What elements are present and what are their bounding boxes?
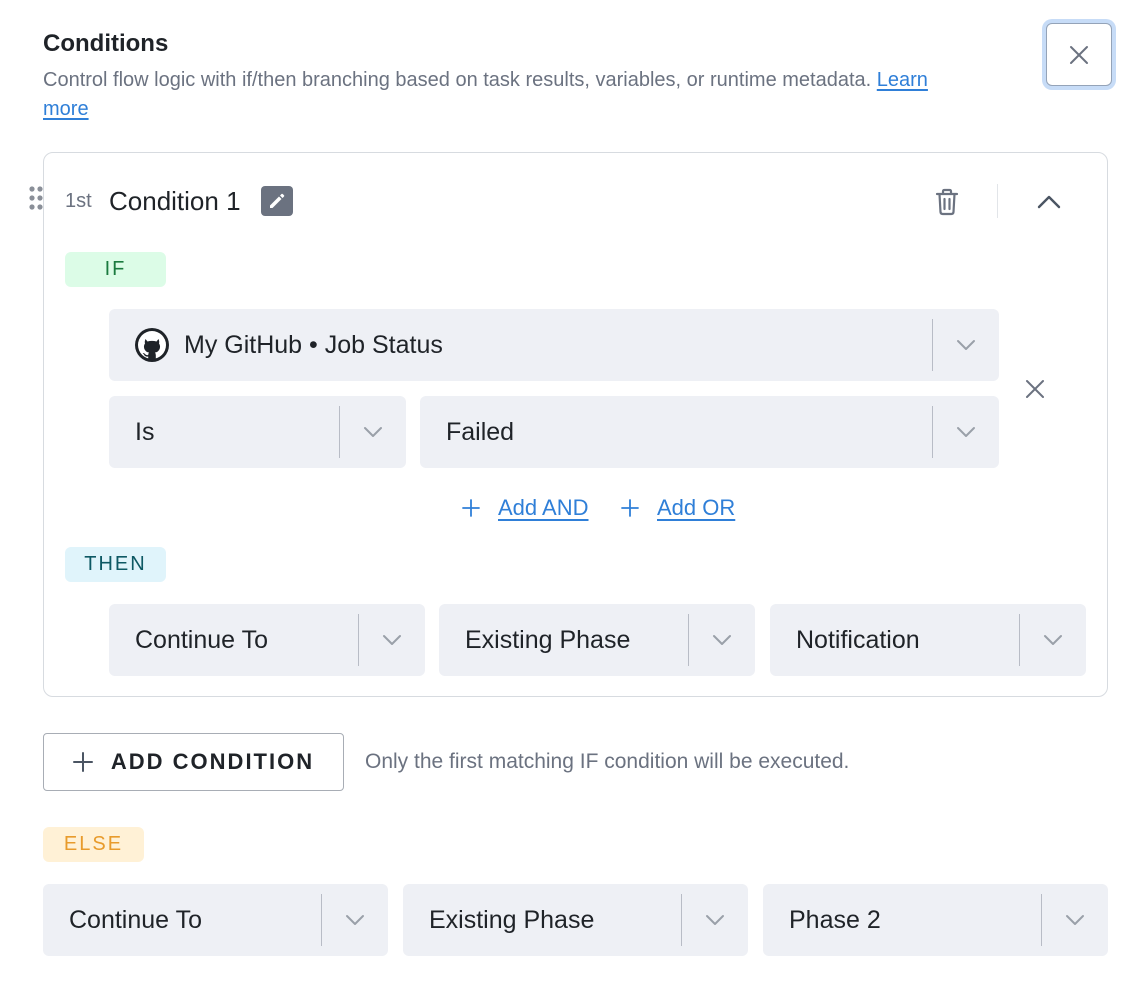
delete-condition-button[interactable] — [931, 186, 963, 218]
source-value: My GitHub • Job Status — [184, 330, 443, 359]
add-condition-button[interactable]: ADD CONDITION — [43, 733, 344, 791]
dropdown-toggle[interactable] — [933, 426, 999, 438]
conditions-panel: Conditions Control flow logic with if/th… — [0, 0, 1144, 1000]
else-action-value: Continue To — [69, 905, 202, 934]
page-description: Control flow logic with if/then branchin… — [43, 66, 943, 124]
plus-icon — [621, 499, 639, 517]
add-or-link[interactable]: Add OR — [621, 495, 735, 521]
dropdown-toggle[interactable] — [682, 914, 748, 926]
dropdown-toggle[interactable] — [1042, 914, 1108, 926]
if-badge: IF — [65, 252, 166, 287]
dropdown-toggle[interactable] — [322, 914, 388, 926]
else-badge: ELSE — [43, 827, 144, 862]
operator-select[interactable]: Is — [109, 396, 406, 468]
close-icon — [1026, 380, 1044, 398]
chevron-down-icon — [364, 427, 382, 437]
add-and-label: Add AND — [498, 495, 589, 520]
close-icon — [1070, 45, 1088, 64]
else-target-type-select[interactable]: Existing Phase — [403, 884, 748, 956]
header-divider — [997, 184, 998, 218]
execution-hint: Only the first matching IF condition wil… — [365, 750, 850, 773]
dropdown-toggle[interactable] — [933, 339, 999, 351]
then-target-type-select[interactable]: Existing Phase — [439, 604, 755, 676]
else-target-value: Phase 2 — [789, 905, 881, 934]
edit-condition-name-button[interactable] — [261, 186, 293, 216]
condition-title: Condition 1 — [109, 186, 241, 216]
else-action-select[interactable]: Continue To — [43, 884, 388, 956]
value-select[interactable]: Failed — [420, 396, 999, 468]
chevron-down-icon — [346, 915, 364, 925]
chevron-down-icon — [1066, 915, 1084, 925]
chevron-up-icon — [1037, 195, 1061, 209]
dropdown-toggle[interactable] — [689, 634, 755, 646]
add-condition-label: ADD CONDITION — [110, 749, 315, 774]
then-target-select[interactable]: Notification — [770, 604, 1086, 676]
source-select[interactable]: My GitHub • Job Status — [109, 309, 999, 381]
then-badge: THEN — [65, 547, 166, 582]
description-text: Control flow logic with if/then branchin… — [43, 69, 872, 91]
add-or-label: Add OR — [657, 495, 736, 520]
chevron-down-icon — [706, 915, 724, 925]
else-target-select[interactable]: Phase 2 — [763, 884, 1108, 956]
dropdown-toggle[interactable] — [359, 634, 425, 646]
add-and-link[interactable]: Add AND — [462, 495, 589, 521]
chevron-down-icon — [957, 340, 975, 350]
github-icon — [135, 328, 169, 362]
else-target-type-value: Existing Phase — [429, 905, 595, 934]
then-target-value: Notification — [796, 625, 920, 654]
then-target-type-value: Existing Phase — [465, 625, 631, 654]
drag-handle-icon[interactable] — [29, 186, 43, 210]
collapse-condition-button[interactable] — [1033, 187, 1065, 217]
chevron-down-icon — [1044, 635, 1062, 645]
trash-icon — [935, 188, 959, 216]
dropdown-toggle[interactable] — [340, 426, 406, 438]
condition-ordinal: 1st — [65, 190, 92, 212]
chevron-down-icon — [713, 635, 731, 645]
chevron-down-icon — [383, 635, 401, 645]
plus-icon — [462, 499, 480, 517]
value-value: Failed — [446, 417, 515, 446]
chevron-down-icon — [957, 427, 975, 437]
then-action-select[interactable]: Continue To — [109, 604, 425, 676]
pencil-icon — [270, 193, 285, 208]
dropdown-toggle[interactable] — [1020, 634, 1086, 646]
close-button[interactable] — [1046, 23, 1112, 86]
page-title: Conditions — [43, 30, 169, 57]
remove-rule-button[interactable] — [1020, 374, 1050, 404]
operator-value: Is — [135, 417, 155, 446]
plus-icon — [72, 752, 93, 772]
then-action-value: Continue To — [135, 625, 268, 654]
